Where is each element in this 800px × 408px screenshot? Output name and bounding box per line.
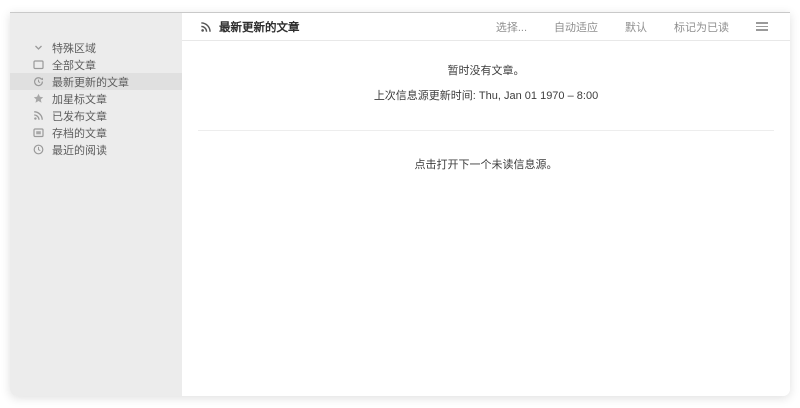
star-icon — [32, 93, 44, 105]
select-dropdown[interactable]: 选择... — [496, 19, 527, 35]
sidebar-item-fresh-articles[interactable]: 最新更新的文章 — [10, 73, 182, 90]
sidebar-item-label: 存档的文章 — [52, 127, 107, 140]
feed-title-group: 最新更新的文章 — [200, 19, 300, 35]
sidebar-item-archived-articles[interactable]: 存档的文章 — [10, 124, 182, 141]
view-mode-dropdown[interactable]: 自动适应 — [554, 19, 598, 35]
sidebar-item-published-articles[interactable]: 已发布文章 — [10, 107, 182, 124]
sidebar-item-label: 全部文章 — [52, 59, 96, 72]
sidebar-item-label: 特殊区域 — [52, 42, 96, 55]
sidebar-item-recently-read[interactable]: 最近的阅读 — [10, 141, 182, 158]
app-window: 特殊区域 全部文章 最新更新的文章 加星标文章 已发布文章 存档的文章 最近的阅… — [10, 12, 790, 396]
sidebar-item-special-area[interactable]: 特殊区域 — [10, 39, 182, 56]
page-title: 最新更新的文章 — [219, 21, 300, 34]
rss-icon — [200, 21, 212, 33]
sidebar-item-label: 最新更新的文章 — [52, 76, 129, 89]
sidebar-item-all-articles[interactable]: 全部文章 — [10, 56, 182, 73]
chevron-down-icon — [32, 42, 44, 54]
rss-icon — [32, 110, 44, 122]
hamburger-menu-icon[interactable] — [756, 20, 768, 33]
empty-message: 暂时没有文章。 — [447, 65, 525, 77]
mark-as-read-button[interactable]: 标记为已读 — [674, 19, 729, 35]
folder-icon — [32, 59, 44, 71]
clock-icon — [32, 144, 44, 156]
sidebar-item-label: 已发布文章 — [52, 110, 107, 123]
fresh-icon — [32, 76, 44, 88]
archive-icon — [32, 127, 44, 139]
content-divider — [198, 130, 774, 131]
main-panel: 最新更新的文章 选择... 自动适应 默认 标记为已读 暂时没有文章。 上次信息… — [182, 13, 790, 396]
sort-order-dropdown[interactable]: 默认 — [625, 19, 647, 35]
toolbar-header: 最新更新的文章 选择... 自动适应 默认 标记为已读 — [182, 13, 790, 41]
feed-sidebar: 特殊区域 全部文章 最新更新的文章 加星标文章 已发布文章 存档的文章 最近的阅… — [10, 13, 182, 396]
sidebar-item-label: 最近的阅读 — [52, 144, 107, 157]
last-feed-update-time: 上次信息源更新时间: Thu, Jan 01 1970 – 8:00 — [373, 90, 599, 102]
article-list-empty-state: 暂时没有文章。 上次信息源更新时间: Thu, Jan 01 1970 – 8:… — [182, 41, 790, 172]
sidebar-item-label: 加星标文章 — [52, 93, 107, 106]
header-toolbar: 选择... 自动适应 默认 标记为已读 — [496, 19, 768, 35]
sidebar-item-starred-articles[interactable]: 加星标文章 — [10, 90, 182, 107]
open-next-feed-hint[interactable]: 点击打开下一个未读信息源。 — [182, 156, 790, 172]
